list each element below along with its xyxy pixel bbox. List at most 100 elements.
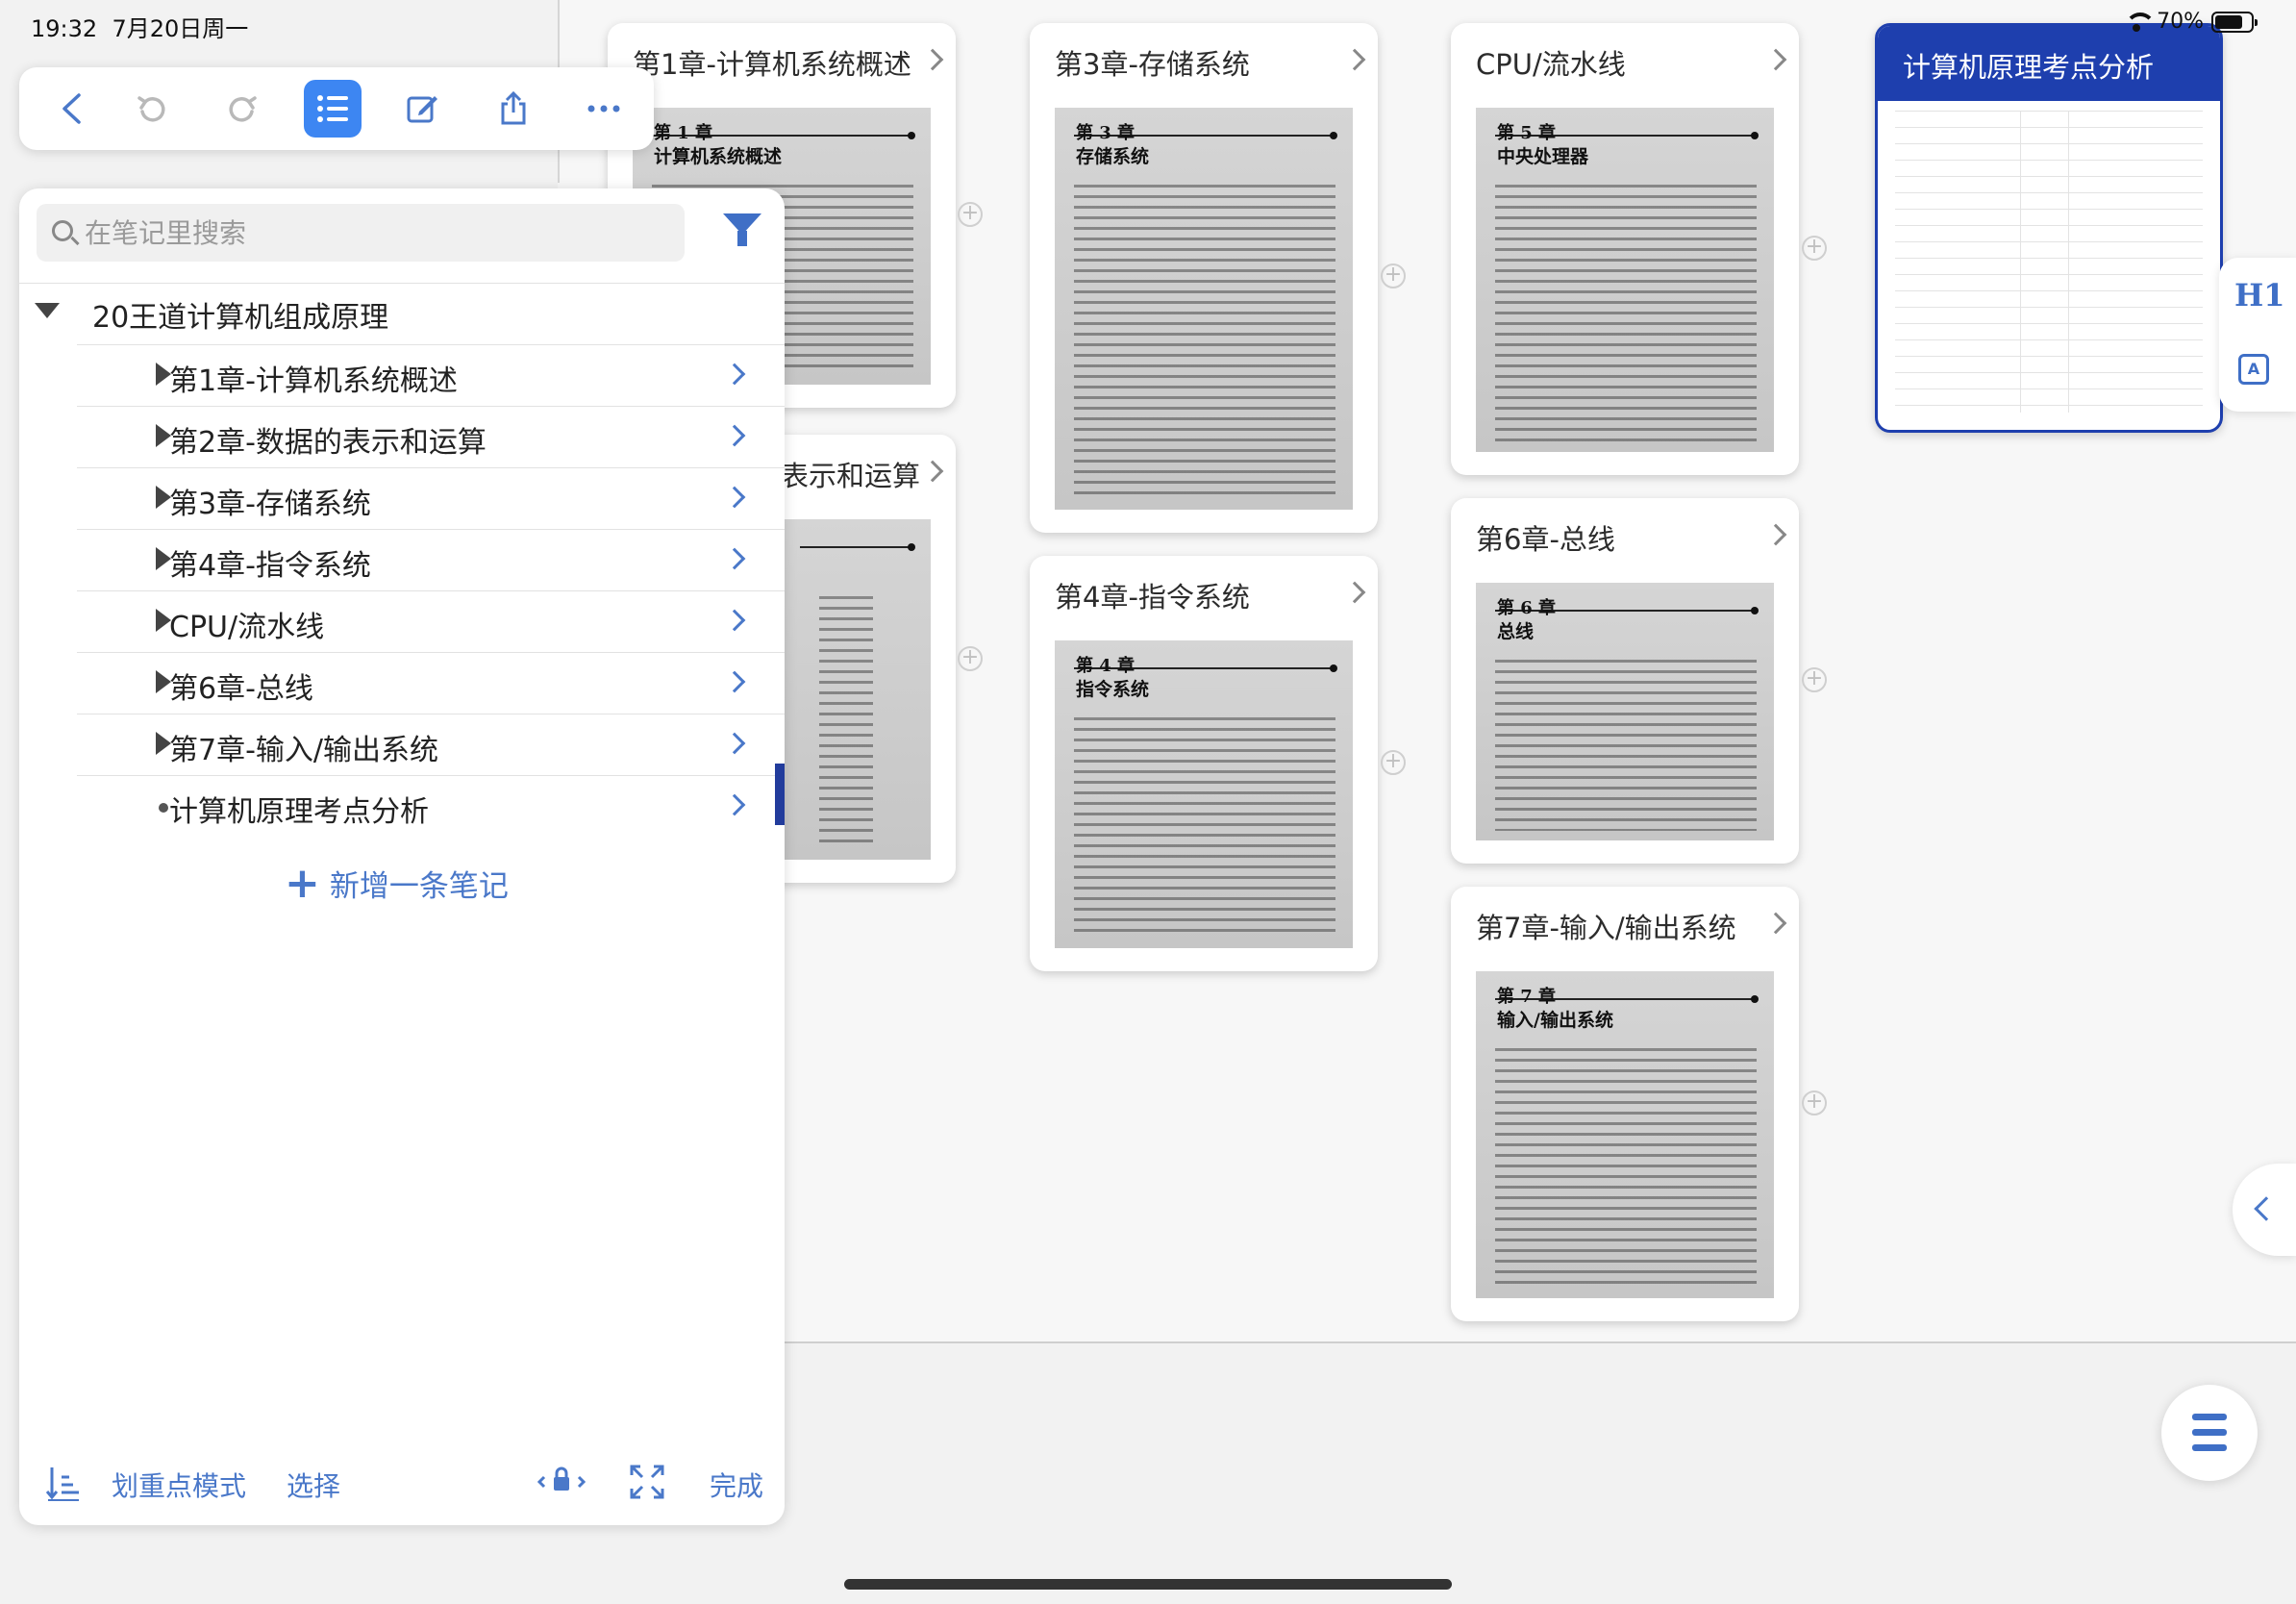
tree-item-chapter-2[interactable]: 第2章-数据的表示和运算 — [77, 406, 785, 467]
back-icon[interactable] — [42, 80, 100, 138]
chevron-right-icon[interactable] — [723, 732, 746, 755]
expand-icon[interactable] — [629, 1464, 665, 1508]
chapter-name: 计算机系统概述 — [654, 146, 783, 167]
tree-item-label: CPU/流水线 — [169, 611, 325, 644]
tree-item-exam-analysis[interactable]: 计算机原理考点分析 — [77, 775, 785, 837]
chevron-right-icon[interactable] — [1343, 48, 1366, 71]
redo-icon[interactable] — [213, 80, 271, 138]
tree-item-chapter-3[interactable]: 第3章-存储系统 — [77, 467, 785, 529]
card-title: CPU/流水线 — [1476, 48, 1626, 81]
card-title: 计算机原理考点分析 — [1903, 51, 2155, 84]
layers-icon — [2192, 1414, 2227, 1420]
page-image — [781, 519, 931, 860]
home-indicator[interactable] — [844, 1579, 1452, 1590]
add-node-icon[interactable]: + — [958, 646, 983, 671]
card-chapter-6[interactable]: 第6章-总线 第 6 章 总线 — [1451, 498, 1799, 864]
add-note-button[interactable]: + 新增一条笔记 — [285, 862, 509, 905]
tree-item-chapter-4[interactable]: 第4章-指令系统 — [77, 529, 785, 590]
done-button[interactable]: 完成 — [710, 1466, 763, 1504]
wifi-icon — [2124, 12, 2157, 32]
tree-item-chapter-1[interactable]: 第1章-计算机系统概述 — [77, 344, 785, 406]
chapter-number: 第 4 章 — [1076, 656, 1136, 676]
chevron-right-icon[interactable] — [723, 793, 746, 816]
heading-h1-icon[interactable]: H1 — [2234, 277, 2285, 313]
chevron-right-icon[interactable] — [723, 670, 746, 693]
chapter-name: 中央处理器 — [1497, 146, 1589, 167]
tree-item-cpu-pipeline[interactable]: CPU/流水线 — [77, 590, 785, 652]
tree-item-chapter-7[interactable]: 第7章-输入/输出系统 — [77, 714, 785, 775]
edit-icon[interactable] — [394, 80, 452, 138]
outline-list-icon[interactable] — [304, 80, 362, 138]
card-cpu-pipeline[interactable]: CPU/流水线 第 5 章 中央处理器 — [1451, 23, 1799, 475]
side-tools: H1 A — [2219, 258, 2296, 412]
add-note-label: 新增一条笔记 — [329, 869, 509, 904]
chevron-right-icon[interactable] — [723, 547, 746, 570]
card-chapter-4[interactable]: 第4章-指令系统 第 4 章 指令系统 — [1030, 556, 1378, 971]
chapter-number: 第 1 章 — [654, 123, 713, 143]
card-exam-analysis[interactable]: 计算机原理考点分析 — [1875, 23, 2223, 433]
toolbar — [19, 67, 654, 150]
share-icon[interactable] — [485, 80, 542, 138]
layers-icon-line — [2192, 1429, 2227, 1436]
chevron-left-icon — [2254, 1196, 2279, 1221]
chevron-right-icon[interactable] — [1764, 912, 1787, 935]
page-image: 第 3 章 存储系统 — [1055, 108, 1353, 510]
chevron-right-icon[interactable] — [1764, 523, 1787, 546]
card-chapter-3[interactable]: 第3章-存储系统 第 3 章 存储系统 — [1030, 23, 1378, 533]
add-node-icon[interactable]: + — [958, 202, 983, 227]
card-title: 第7章-输入/输出系统 — [1476, 912, 1736, 944]
add-node-icon[interactable]: + — [1802, 236, 1827, 261]
select-button[interactable]: 选择 — [287, 1466, 340, 1504]
page-image: 第 6 章 总线 — [1476, 583, 1774, 840]
chapter-name: 指令系统 — [1076, 679, 1150, 700]
search-icon — [52, 220, 73, 241]
card-title: 第4章-指令系统 — [1055, 581, 1250, 614]
chapter-name: 总线 — [1497, 621, 1535, 642]
scroll-indicator[interactable] — [775, 764, 785, 825]
lock-icon[interactable] — [537, 1464, 586, 1506]
more-icon[interactable] — [575, 80, 633, 138]
root-label: 20王道计算机组成原理 — [92, 301, 389, 335]
chevron-right-icon[interactable] — [1343, 581, 1366, 604]
chevron-right-icon[interactable] — [921, 48, 944, 71]
chevron-right-icon[interactable] — [921, 460, 944, 483]
battery-icon — [2211, 11, 2258, 33]
add-node-icon[interactable]: + — [1802, 667, 1827, 692]
search-box[interactable] — [37, 204, 685, 262]
plus-icon: + — [285, 858, 320, 908]
add-node-icon[interactable]: + — [1802, 1090, 1827, 1115]
page-image: 第 5 章 中央处理器 — [1476, 108, 1774, 452]
page-image: 第 4 章 指令系统 — [1055, 640, 1353, 948]
undo-icon[interactable] — [123, 80, 181, 138]
add-node-icon[interactable]: + — [1381, 750, 1406, 775]
chapter-name: 输入/输出系统 — [1497, 1010, 1613, 1031]
card-chapter-7[interactable]: 第7章-输入/输出系统 第 7 章 输入/输出系统 — [1451, 887, 1799, 1321]
chevron-right-icon[interactable] — [723, 486, 746, 509]
tree-item-label: 第2章-数据的表示和运算 — [169, 426, 487, 460]
tree-item-chapter-6[interactable]: 第6章-总线 — [77, 652, 785, 714]
chevron-right-icon[interactable] — [1764, 48, 1787, 71]
page-image: 第 7 章 输入/输出系统 — [1476, 971, 1774, 1298]
bullet-icon — [159, 803, 168, 813]
tree-item-label: 第3章-存储系统 — [169, 488, 371, 521]
filter-icon[interactable] — [723, 213, 761, 248]
chevron-right-icon[interactable] — [723, 363, 746, 386]
search-input[interactable] — [85, 213, 661, 252]
highlight-mode-button[interactable]: 划重点模式 — [112, 1466, 246, 1504]
chapter-name: 存储系统 — [1076, 146, 1150, 167]
chevron-right-icon[interactable] — [723, 424, 746, 447]
battery-percent: 70% — [2157, 10, 2204, 34]
translate-icon[interactable]: A — [2238, 354, 2269, 385]
tree-root-notebook[interactable]: 20王道计算机组成原理 — [19, 283, 785, 344]
chevron-right-icon[interactable] — [723, 609, 746, 632]
collapse-triangle-icon[interactable] — [35, 303, 60, 318]
add-node-icon[interactable]: + — [1381, 263, 1406, 288]
tree-item-label: 第7章-输入/输出系统 — [169, 734, 439, 767]
sort-icon[interactable] — [44, 1464, 83, 1510]
layers-button[interactable] — [2161, 1385, 2258, 1481]
status-indicators: 70% — [2124, 10, 2258, 34]
tree-item-label: 计算机原理考点分析 — [169, 795, 429, 829]
chapter-number: 第 5 章 — [1497, 123, 1557, 143]
status-time: 19:32 7月20日周一 — [31, 15, 249, 42]
table-image — [1895, 111, 2203, 413]
